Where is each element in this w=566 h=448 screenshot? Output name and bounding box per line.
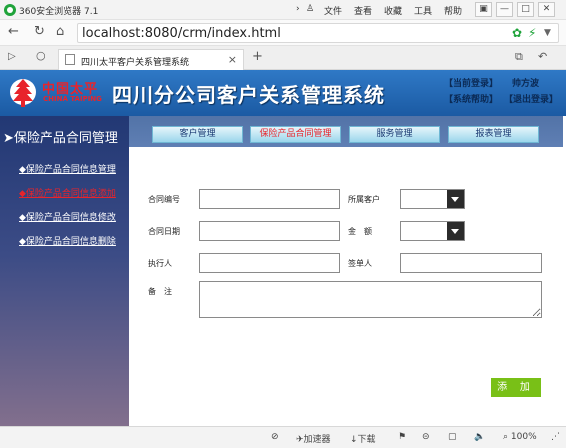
home-icon[interactable]: ⌂ [56,25,64,39]
menu-tools[interactable]: 工具 [414,4,432,17]
sidebar-item-label: 保险产品合同信息管理 [25,165,116,175]
sidebar: ➤保险产品合同管理 ◆保险产品合同信息管理 ◆保险产品合同信息添加 ◆保险产品合… [0,116,129,426]
undo-icon[interactable]: ↶ [538,50,547,64]
accelerator-label: 加速器 [303,435,331,445]
menu-help[interactable]: 帮助 [444,4,462,17]
chevron-down-icon[interactable]: ▼ [544,28,551,38]
tab-close-icon[interactable]: × [228,53,237,66]
sidebar-item-contract-delete[interactable]: ◆保险产品合同信息删除 [19,234,116,247]
sidebar-item-label: 保险产品合同信息修改 [25,213,116,223]
sidebar-item-label: 保险产品合同信息删除 [25,237,116,247]
sound-icon[interactable]: 🔈 [474,432,485,442]
system-title: 四川分公司客户关系管理系统 [112,83,385,107]
address-bar: ← ↻ ⌂ localhost:8080/crm/index.html ✿ ⚡ … [0,20,566,46]
sidebar-item-contract-add[interactable]: ◆保险产品合同信息添加 [19,186,116,199]
chevron-right-icon[interactable]: › [296,4,300,14]
maximize-icon[interactable]: □ [517,2,534,17]
user-icon[interactable]: ♙ [306,4,314,14]
back-icon[interactable]: ← [8,25,19,39]
download-button[interactable]: ↓下载 [350,432,376,445]
block-icon[interactable]: ⊝ [422,432,430,442]
brand-en: CHINA TAIPING [43,95,102,103]
main-content: 客户管理 保险产品合同管理 服务管理 报表管理 合同编号 所属客户 合同日期 金… [129,116,563,426]
customer-select[interactable] [400,189,465,209]
page-icon [65,54,75,65]
sidebar-item-contract-manage[interactable]: ◆保险产品合同信息管理 [19,162,116,175]
sidebar-item-contract-edit[interactable]: ◆保险产品合同信息修改 [19,210,116,223]
amount-label: 金 额 [348,227,372,236]
extensions-icon[interactable]: ⊘ [271,432,279,442]
tab-bar: ▷ ○ 四川太平客户关系管理系统 × + ⧉ ↶ [0,46,566,70]
help-link[interactable]: 【系统帮助】 [444,92,498,105]
contract-date-label: 合同日期 [148,227,180,236]
refresh-icon[interactable]: ↻ [34,25,45,39]
download-label: 下载 [357,435,376,445]
tab-contract-management[interactable]: 保险产品合同管理 [250,126,341,143]
sidebar-title: ➤保险产品合同管理 [3,131,118,146]
tab-title: 四川太平客户关系管理系统 [81,58,190,68]
close-icon[interactable]: ✕ [538,2,555,17]
logout-link[interactable]: 【退出登录】 [504,92,558,105]
tab-customer-management[interactable]: 客户管理 [152,126,243,143]
contract-no-input[interactable] [199,189,340,209]
browser-title-bar: 360安全浏览器 7.1 › ♙ 文件 查看 收藏 工具 帮助 ▣ — □ ✕ [0,0,566,20]
url-field[interactable]: localhost:8080/crm/index.html ✿ ⚡ ▼ [77,23,559,43]
flag-icon[interactable]: ⚑ [398,432,406,442]
zoom-level: 100% [510,432,537,442]
site-header: 中国太平 CHINA TAIPING 四川分公司客户关系管理系统 【当前登录】 … [0,70,566,116]
chevron-down-icon [447,222,464,240]
url-text: localhost:8080/crm/index.html [82,26,281,41]
browser-logo-icon [4,4,16,16]
resize-grip-icon[interactable]: ⋰ [551,432,560,442]
browser-tab[interactable]: 四川太平客户关系管理系统 × [58,49,244,70]
customer-label: 所属客户 [348,195,380,204]
cloud-icon[interactable]: ○ [36,49,46,63]
minimize-icon[interactable]: — [496,2,513,17]
current-login-label: 【当前登录】 [444,79,499,89]
menu-favorites[interactable]: 收藏 [384,4,402,17]
browser-title: 360安全浏览器 7.1 [19,7,99,17]
signer-label: 签单人 [348,259,372,268]
amount-select[interactable] [400,221,465,241]
tab-service-management[interactable]: 服务管理 [349,126,440,143]
add-button[interactable]: 添 加 [491,378,541,397]
lightning-icon[interactable]: ⚡ [528,26,536,40]
zoom-control[interactable]: ⌕ 100% [503,432,537,442]
accelerator-button[interactable]: ✈加速器 [296,432,331,445]
window-icon[interactable]: ▢ [448,432,457,442]
menu-view[interactable]: 查看 [354,4,372,17]
sidebar-title-text: 保险产品合同管理 [13,131,118,146]
executor-label: 执行人 [148,259,172,268]
sidebar-toggle-icon[interactable]: ▷ [8,50,16,64]
remark-textarea[interactable] [199,281,542,318]
chevron-down-icon [447,190,464,208]
sidebar-item-label: 保险产品合同信息添加 [25,189,116,199]
signer-input[interactable] [400,253,542,273]
remark-label: 备 注 [148,287,172,296]
tabs-icon[interactable]: ⧉ [515,50,523,64]
contract-no-label: 合同编号 [148,195,180,204]
executor-input[interactable] [199,253,340,273]
status-bar: ⊘ ✈加速器 ↓下载 ⚑ ⊝ ▢ 🔈 ⌕ 100% ⋰ [0,426,566,448]
new-tab-icon[interactable]: + [252,50,263,64]
security-icon[interactable]: ✿ [512,26,522,40]
skin-icon[interactable]: ▣ [475,2,492,17]
taiping-logo-icon [10,79,36,107]
top-nav: 客户管理 保险产品合同管理 服务管理 报表管理 [129,116,563,147]
tab-report-management[interactable]: 报表管理 [448,126,539,143]
user-name: 帅方波 [512,79,540,89]
contract-date-input[interactable] [199,221,340,241]
menu-file[interactable]: 文件 [324,4,342,17]
